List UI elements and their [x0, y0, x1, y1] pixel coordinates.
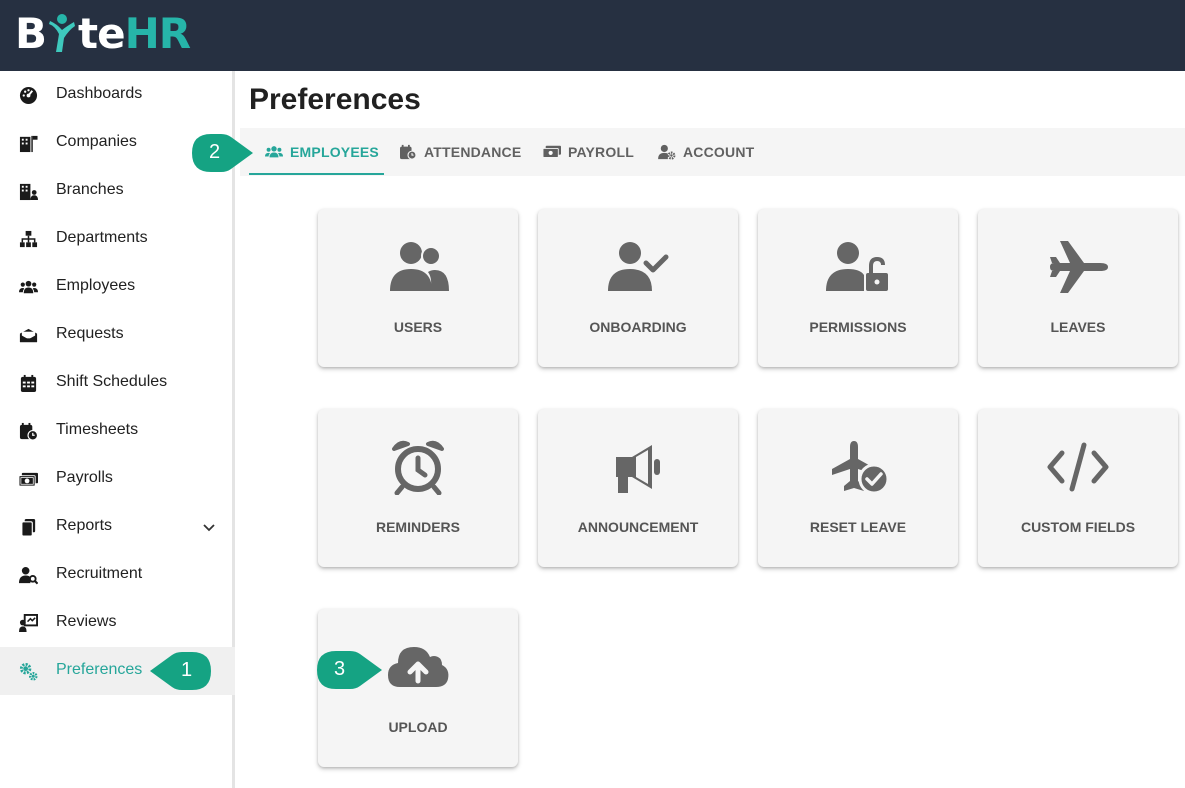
callout-number: 3 [334, 658, 346, 680]
alarm-clock-icon [392, 440, 444, 495]
card-label: RESET LEAVE [809, 519, 907, 535]
sidebar-item-label: Preferences [56, 661, 143, 678]
plane-icon [1050, 241, 1108, 293]
card-label: REMINDERS [375, 519, 460, 535]
sidebar-item-label: Reviews [56, 613, 117, 630]
sidebar-item-departments[interactable]: Departments [0, 215, 235, 263]
tab-employees[interactable]: EMPLOYEES [265, 128, 379, 176]
card-label: PERMISSIONS [809, 319, 907, 335]
sidebar-item-label: Departments [56, 229, 148, 246]
callout-number: 1 [181, 659, 193, 681]
card-label: LEAVES [1050, 319, 1106, 335]
sidebar-item-label: Branches [56, 181, 124, 198]
sidebar-item-requests[interactable]: Requests [0, 311, 235, 359]
tab-attendance[interactable]: ATTENDANCE [399, 128, 521, 176]
tab-label: PAYROLL [568, 144, 634, 160]
sidebar-item-timesheets[interactable]: Timesheets [0, 407, 235, 455]
page-title: Preferences [249, 83, 421, 116]
active-tab-indicator [249, 173, 384, 175]
tab-label: ATTENDANCE [424, 144, 522, 160]
tab-payroll[interactable]: PAYROLL [543, 128, 634, 176]
tab-label: EMPLOYEES [290, 144, 379, 160]
code-icon [1047, 442, 1109, 492]
sidebar-item-label: Shift Schedules [56, 373, 168, 390]
tab-bar: EMPLOYEES ATTENDANCE PAYROLL ACCOUNT [240, 128, 1185, 176]
building-flag-icon [19, 135, 38, 153]
custom-fields-card[interactable]: CUSTOM FIELDS [978, 409, 1178, 567]
sidebar-item-payrolls[interactable]: Payrolls [0, 455, 235, 503]
sidebar-item-label: Reports [56, 517, 113, 534]
bytehr-logo[interactable]: B te HR [15, 9, 191, 58]
envelope-open-icon [19, 328, 38, 343]
callout-badge-3: 3 [316, 650, 382, 690]
card-label: ANNOUNCEMENT [577, 519, 699, 535]
calendar-clock-icon [19, 422, 38, 441]
sidebar-item-branches[interactable]: Branches [0, 167, 235, 215]
users-icon [19, 280, 38, 294]
sidebar-item-label: Recruitment [56, 565, 143, 582]
users-icon [390, 242, 449, 291]
sidebar-item-label: Dashboards [56, 85, 143, 102]
user-search-icon [19, 566, 38, 585]
sidebar-item-label: Requests [56, 325, 124, 342]
calendar-clock-icon [400, 144, 417, 160]
reset-leave-card[interactable]: RESET LEAVE [758, 409, 958, 567]
plane-circle-check-icon [832, 441, 890, 495]
card-label: USERS [393, 319, 443, 335]
callout-badge-2: 2 [191, 133, 253, 173]
money-bill-icon [543, 145, 561, 158]
users-icon [265, 146, 283, 158]
onboarding-card[interactable]: ONBOARDING [538, 209, 738, 367]
sitemap-icon [19, 230, 38, 248]
chevron-down-icon[interactable] [201, 519, 217, 535]
sidebar-item-label: Employees [56, 277, 136, 294]
logo-text-te: te [78, 9, 126, 58]
tab-label: ACCOUNT [683, 144, 755, 160]
reminders-card[interactable]: REMINDERS [318, 409, 518, 567]
sidebar-item-reviews[interactable]: Reviews [0, 599, 235, 647]
users-card[interactable]: USERS [318, 209, 518, 367]
sidebar-item-label: Payrolls [56, 469, 113, 486]
sidebar-item-shift-schedules[interactable]: Shift Schedules [0, 359, 235, 407]
gears-icon [19, 662, 38, 681]
file-copy-icon [21, 518, 36, 537]
card-label: UPLOAD [388, 719, 448, 735]
chalkboard-user-icon [19, 614, 38, 633]
user-gear-icon [658, 144, 676, 160]
permissions-card[interactable]: PERMISSIONS [758, 209, 958, 367]
logo-letter-b: B [15, 9, 47, 58]
card-label: ONBOARDING [589, 319, 687, 335]
money-bill-icon [19, 472, 38, 487]
card-label: CUSTOM FIELDS [1020, 519, 1136, 535]
sidebar-item-recruitment[interactable]: Recruitment [0, 551, 235, 599]
bullhorn-icon [616, 445, 660, 493]
gauge-icon [19, 86, 38, 105]
user-lock-icon [826, 242, 888, 291]
callout-badge-1: 1 [150, 651, 212, 691]
sidebar-item-reports[interactable]: Reports [0, 503, 235, 551]
sidebar-item-employees[interactable]: Employees [0, 263, 235, 311]
building-user-icon [19, 183, 38, 201]
cloud-upload-icon [388, 647, 449, 687]
logo-person-icon [49, 14, 76, 52]
callout-number: 2 [209, 141, 221, 163]
top-bar: B te HR [0, 0, 1185, 71]
sidebar-item-dashboards[interactable]: Dashboards [0, 71, 235, 119]
sidebar-item-label: Companies [56, 133, 137, 150]
announcement-card[interactable]: ANNOUNCEMENT [538, 409, 738, 567]
logo-text-hr: HR [124, 9, 191, 58]
leaves-card[interactable]: LEAVES [978, 209, 1178, 367]
user-check-icon [608, 242, 669, 291]
tab-account[interactable]: ACCOUNT [658, 128, 754, 176]
calendar-icon [20, 374, 37, 393]
sidebar-item-label: Timesheets [56, 421, 139, 438]
